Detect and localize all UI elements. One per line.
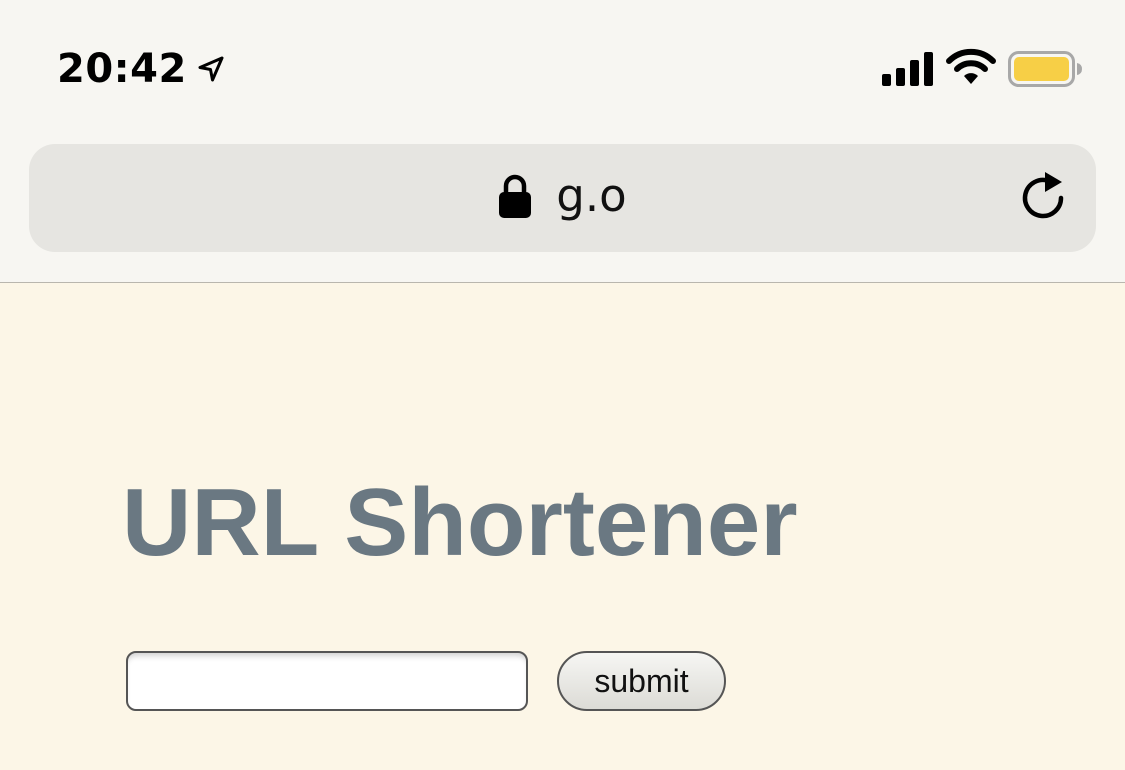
wifi-icon <box>946 48 996 84</box>
address-bar[interactable]: g.o <box>29 144 1096 252</box>
url-text[interactable]: g.o <box>556 142 626 250</box>
status-bar: 20:42 <box>0 0 1125 130</box>
browser-chrome: 20:42 g.o <box>0 0 1125 283</box>
battery-level <box>1014 57 1069 81</box>
cellular-signal-icon <box>882 52 933 86</box>
page-title: URL Shortener <box>122 469 798 576</box>
submit-button[interactable]: submit <box>557 651 726 711</box>
location-arrow-icon <box>198 56 224 82</box>
address-content[interactable]: g.o <box>29 144 1096 252</box>
status-time: 20:42 <box>57 46 187 92</box>
clock-group: 20:42 <box>57 42 227 96</box>
lock-icon <box>499 174 532 218</box>
reload-icon[interactable] <box>1018 170 1070 226</box>
url-input[interactable] <box>126 651 528 711</box>
battery-icon <box>1008 51 1082 87</box>
